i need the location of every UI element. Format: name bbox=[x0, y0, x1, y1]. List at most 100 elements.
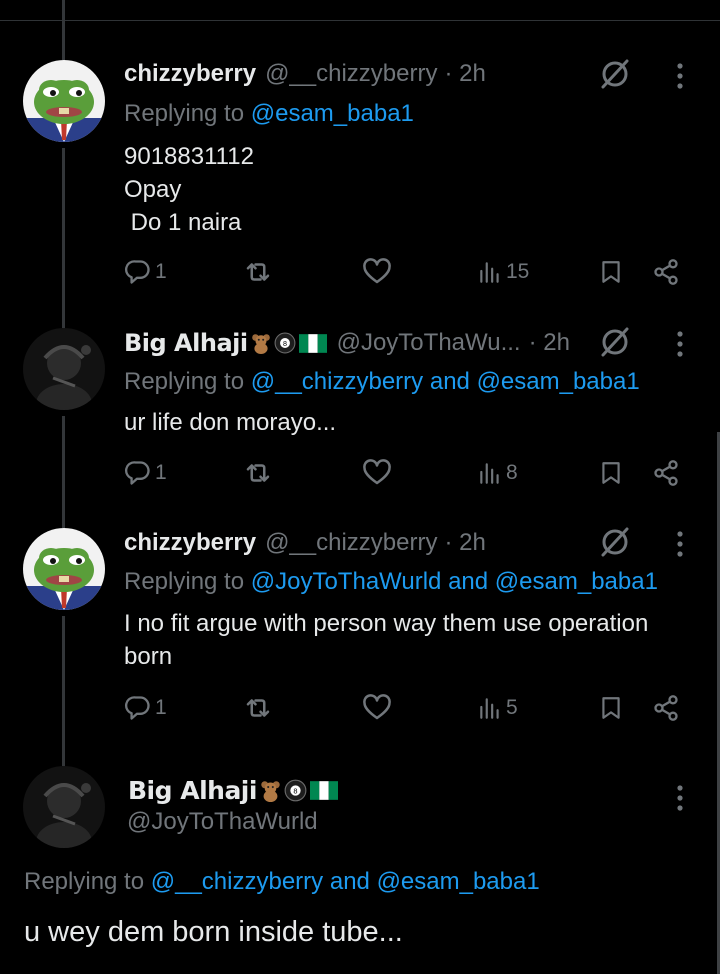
bookmark-icon bbox=[598, 695, 624, 721]
pepe-frog-avatar-icon bbox=[23, 60, 105, 142]
avatar[interactable] bbox=[23, 528, 105, 610]
avatar[interactable] bbox=[23, 766, 105, 848]
8-ball-emoji-icon bbox=[274, 332, 296, 354]
tweet-header: chizzyberry @__chizzyberry · 2h bbox=[124, 58, 486, 90]
mention-link[interactable]: @esam_baba1 bbox=[377, 868, 540, 895]
thread-connector-line bbox=[62, 148, 65, 328]
share-icon bbox=[652, 258, 680, 286]
reply-icon bbox=[124, 694, 152, 722]
views-button[interactable]: 5 bbox=[477, 688, 518, 728]
display-name[interactable]: Big Alhaji bbox=[128, 776, 257, 805]
views-icon bbox=[477, 695, 503, 721]
like-button[interactable] bbox=[362, 453, 392, 493]
thread-connector-line bbox=[62, 0, 65, 60]
pepe-frog-avatar-icon bbox=[23, 528, 105, 610]
action-bar: 1 15 bbox=[124, 252, 694, 292]
dark-portrait-avatar-icon bbox=[23, 328, 105, 410]
main-name-row: Big Alhaji bbox=[128, 776, 338, 805]
avatar[interactable] bbox=[23, 328, 105, 410]
mention-link[interactable]: @__chizzyberry bbox=[151, 868, 323, 895]
replying-to: Replying to @esam_baba1 bbox=[124, 100, 414, 128]
tweet-text: I no fit argue with person way them use … bbox=[124, 610, 649, 670]
handle[interactable]: @__chizzyberry bbox=[265, 529, 437, 557]
replying-to: Replying to @JoyToThaWurld and @esam_bab… bbox=[124, 568, 658, 596]
tweet-text: u wey dem born inside tube... bbox=[24, 916, 403, 948]
timestamp[interactable]: · 2h bbox=[444, 529, 485, 557]
retweet-icon bbox=[243, 693, 273, 723]
reply-button[interactable]: 1 bbox=[124, 252, 167, 292]
tweet-header: Big Alhaji @JoyToThaWu... · 2h bbox=[124, 327, 570, 359]
replying-to: Replying to @__chizzyberry and @esam_bab… bbox=[24, 868, 540, 896]
display-name[interactable]: chizzyberry bbox=[124, 60, 256, 88]
dark-portrait-avatar-icon bbox=[23, 766, 105, 848]
bookmark-icon bbox=[598, 259, 624, 285]
like-button[interactable] bbox=[362, 688, 392, 728]
view-count: 5 bbox=[506, 696, 518, 719]
reply-button[interactable]: 1 bbox=[124, 453, 167, 493]
like-button[interactable] bbox=[362, 252, 392, 292]
more-vertical-icon[interactable] bbox=[670, 326, 690, 362]
reply-count: 1 bbox=[155, 260, 167, 283]
share-icon bbox=[652, 459, 680, 487]
nigeria-flag-emoji-icon bbox=[310, 781, 338, 800]
retweet-icon bbox=[243, 257, 273, 287]
tweet-text: ur life don morayo... bbox=[124, 409, 337, 436]
mention-joiner: and bbox=[448, 568, 489, 595]
thread-connector-line bbox=[62, 416, 65, 528]
bookmark-button[interactable] bbox=[598, 252, 624, 292]
bookmark-icon bbox=[598, 460, 624, 486]
name-emojis bbox=[250, 332, 327, 354]
handle[interactable]: @JoyToThaWu... bbox=[337, 329, 521, 357]
mention-joiner: and bbox=[429, 368, 470, 395]
bookmark-button[interactable] bbox=[598, 453, 624, 493]
retweet-button[interactable] bbox=[243, 688, 273, 728]
name-emojis bbox=[259, 779, 338, 802]
reply-button[interactable]: 1 bbox=[124, 688, 167, 728]
grok-icon[interactable] bbox=[597, 324, 633, 360]
mention-link[interactable]: @esam_baba1 bbox=[495, 568, 658, 595]
share-button[interactable] bbox=[652, 252, 680, 292]
mention-link[interactable]: @esam_baba1 bbox=[251, 100, 414, 127]
views-icon bbox=[477, 259, 503, 285]
share-button[interactable] bbox=[652, 453, 680, 493]
tweet-text: 9018831112 Opay Do 1 naira bbox=[124, 143, 254, 236]
display-name[interactable]: Big Alhaji bbox=[124, 329, 248, 357]
mention-link[interactable]: @JoyToThaWurld bbox=[251, 568, 442, 595]
retweet-button[interactable] bbox=[243, 252, 273, 292]
timestamp[interactable]: · 2h bbox=[444, 60, 485, 88]
mention-link[interactable]: @esam_baba1 bbox=[477, 368, 640, 395]
reply-icon bbox=[124, 258, 152, 286]
avatar[interactable] bbox=[23, 60, 105, 142]
mention-link[interactable]: @__chizzyberry bbox=[251, 368, 423, 395]
heart-icon bbox=[362, 693, 392, 723]
action-bar: 1 5 bbox=[124, 688, 694, 728]
bookmark-button[interactable] bbox=[598, 688, 624, 728]
share-button[interactable] bbox=[652, 688, 680, 728]
8-ball-emoji-icon bbox=[284, 779, 307, 802]
handle[interactable]: @__chizzyberry bbox=[265, 60, 437, 88]
grok-icon[interactable] bbox=[597, 524, 633, 560]
mention-joiner: and bbox=[329, 868, 370, 895]
views-icon bbox=[477, 460, 503, 486]
replying-prefix: Replying to bbox=[124, 568, 245, 595]
share-icon bbox=[652, 694, 680, 722]
display-name[interactable]: chizzyberry bbox=[124, 529, 256, 557]
thread-connector-line bbox=[62, 616, 65, 766]
more-vertical-icon[interactable] bbox=[670, 58, 690, 94]
heart-icon bbox=[362, 458, 392, 488]
nigeria-flag-emoji-icon bbox=[299, 334, 327, 353]
reply-count: 1 bbox=[155, 461, 167, 484]
reply-count: 1 bbox=[155, 696, 167, 719]
handle[interactable]: @JoyToThaWurld bbox=[127, 808, 318, 836]
views-button[interactable]: 8 bbox=[477, 453, 518, 493]
more-vertical-icon[interactable] bbox=[670, 780, 690, 816]
teddy-bear-emoji-icon bbox=[259, 779, 282, 802]
grok-icon[interactable] bbox=[597, 56, 633, 92]
retweet-button[interactable] bbox=[243, 453, 273, 493]
more-vertical-icon[interactable] bbox=[670, 526, 690, 562]
timestamp[interactable]: · 2h bbox=[529, 329, 570, 357]
teddy-bear-emoji-icon bbox=[250, 332, 272, 354]
top-divider bbox=[0, 20, 720, 21]
views-button[interactable]: 15 bbox=[477, 252, 529, 292]
view-count: 8 bbox=[506, 461, 518, 484]
